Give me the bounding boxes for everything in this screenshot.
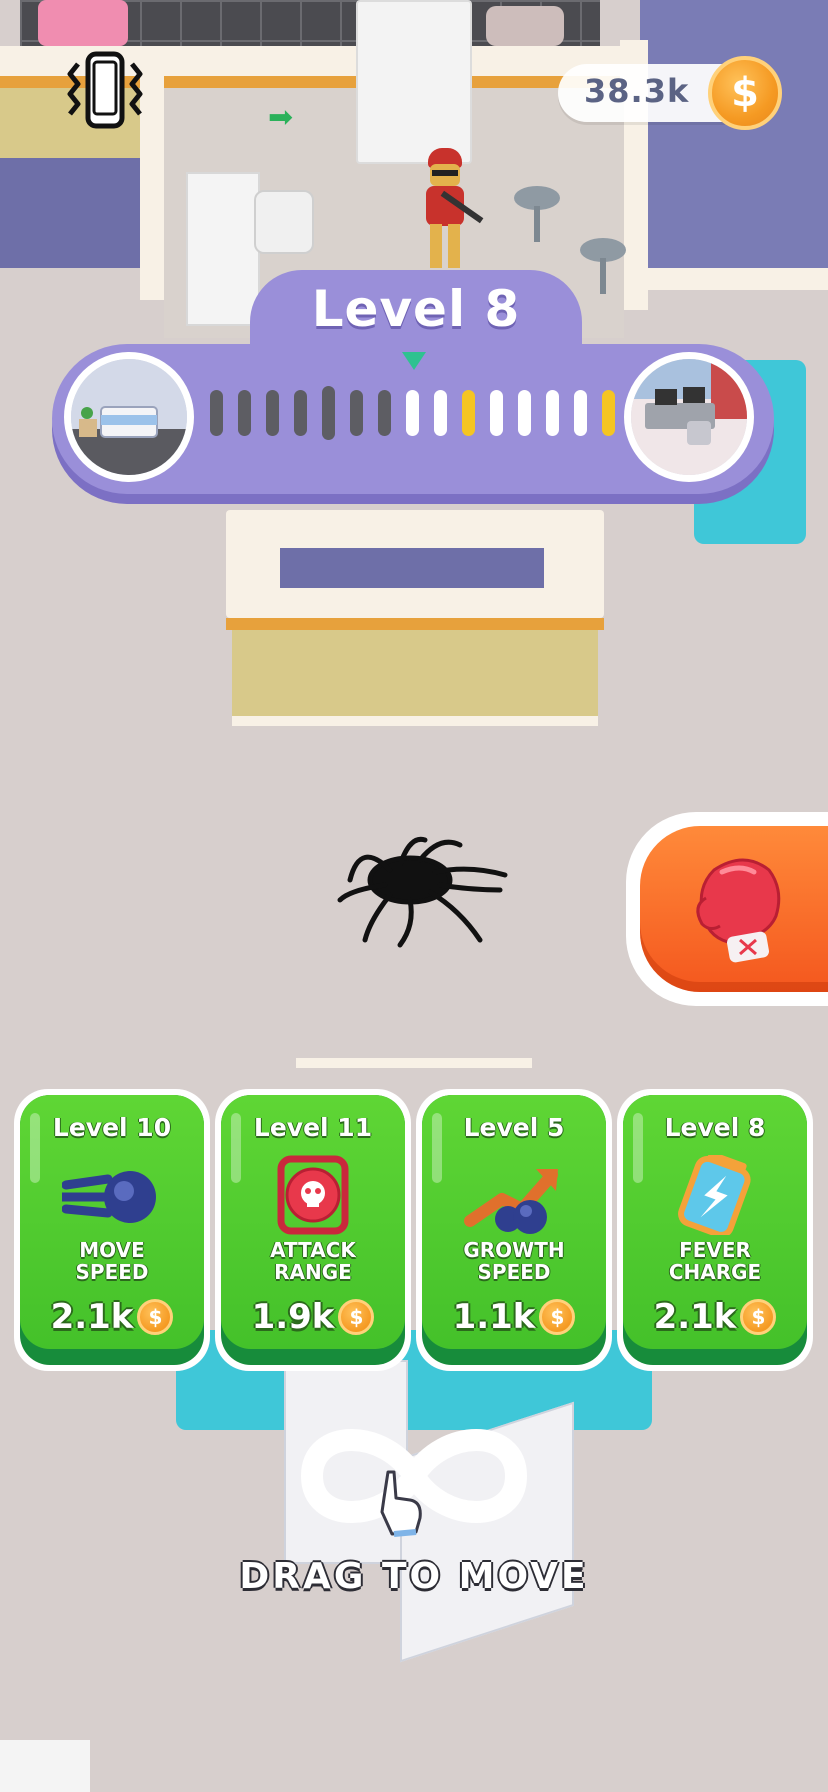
- lower-ledge: [296, 1058, 532, 1068]
- upgrade-name: FEVER CHARGE: [668, 1238, 762, 1284]
- level-stage-done: [238, 390, 251, 436]
- upgrade-level: Level 10: [52, 1113, 172, 1142]
- upgrade-price: 1.9k $: [221, 1295, 405, 1339]
- vibration-toggle-button[interactable]: [60, 50, 150, 130]
- desk: [186, 172, 260, 326]
- mid-window: [280, 548, 544, 588]
- office-chair: [254, 190, 314, 254]
- right-dark-room: [640, 0, 828, 280]
- level-stage-todo: [518, 390, 531, 436]
- stool-1-leg: [534, 206, 540, 242]
- infinity-drag-hand-icon: [301, 1429, 527, 1537]
- price-amount: 2.1k: [653, 1297, 737, 1337]
- stool-2-leg: [600, 258, 606, 294]
- level-stage-milestone: [602, 390, 615, 436]
- coin-amount: 38.3k: [584, 72, 690, 110]
- guard-enemy: [420, 148, 484, 268]
- upgrade-level: Level 8: [664, 1113, 766, 1142]
- price-amount: 1.9k: [251, 1297, 335, 1337]
- speed-blob-icon: [62, 1171, 156, 1223]
- sofa: [486, 6, 564, 46]
- drag-to-move-hint: DRAG TO MOVE: [239, 1556, 589, 1597]
- battery-charge-icon: [678, 1155, 751, 1235]
- level-stage-done: [350, 390, 363, 436]
- level-stage-track: [210, 386, 630, 442]
- level-stage-todo: [434, 390, 447, 436]
- coin-icon: $: [338, 1299, 375, 1335]
- boxing-glove-icon: [696, 858, 781, 963]
- bottom-left-ledge: [0, 1740, 90, 1792]
- growth-arrow-icon: [464, 1169, 558, 1234]
- green-arrow: ➡: [268, 100, 294, 135]
- upgrade-price: 1.1k $: [422, 1295, 606, 1339]
- level-stage-milestone: [462, 390, 475, 436]
- door: [356, 0, 472, 164]
- upgrade-price: 2.1k $: [20, 1295, 204, 1339]
- phone-vibrate-icon: [67, 51, 143, 129]
- coin-icon: $: [539, 1299, 576, 1335]
- upgrade-name: ATTACK RANGE: [270, 1238, 356, 1284]
- upgrade-level: Level 11: [253, 1113, 373, 1142]
- upgrade-card-attack-range[interactable]: Level 11 ATTACK RANGE 1.9k $: [215, 1089, 411, 1371]
- price-amount: 2.1k: [50, 1297, 134, 1337]
- upgrade-name: MOVE SPEED: [75, 1238, 149, 1284]
- level-stage-todo: [546, 390, 559, 436]
- upgrade-card-growth-speed[interactable]: Level 5 GROWTH SPEED 1.1k $: [416, 1089, 612, 1371]
- boost-button[interactable]: [640, 826, 828, 992]
- level-stage-done: [294, 390, 307, 436]
- target-skull-icon: [277, 1155, 349, 1235]
- mid-wall-stripe: [226, 618, 604, 630]
- level-stage-done: [210, 390, 223, 436]
- upgrade-name: GROWTH SPEED: [463, 1238, 565, 1284]
- pink-chair: [38, 0, 128, 46]
- office-room-icon: [624, 352, 754, 482]
- right-wall-2: [640, 268, 828, 290]
- level-stage-todo: [406, 390, 419, 436]
- level-stage-todo: [574, 390, 587, 436]
- left-blue-room: [0, 158, 150, 268]
- upgrade-price: 2.1k $: [623, 1295, 807, 1339]
- level-stage-todo: [490, 390, 503, 436]
- upgrade-card-move-speed[interactable]: Level 10 MOVE SPEED 2.1k $: [14, 1089, 210, 1371]
- progress-marker-icon: [402, 352, 426, 370]
- price-amount: 1.1k: [452, 1297, 536, 1337]
- upgrade-level: Level 5: [463, 1113, 565, 1142]
- level-stage-done: [322, 386, 335, 440]
- coin-icon: $: [708, 56, 782, 130]
- coin-icon: $: [740, 1299, 777, 1335]
- level-title: Level 8: [311, 280, 521, 338]
- level-stage-done: [378, 390, 391, 436]
- player-spider: [337, 836, 508, 948]
- mid-wall-face: [232, 630, 598, 716]
- hospital-room-icon: [64, 352, 194, 482]
- mid-wall-base: [232, 716, 598, 726]
- level-stage-done: [266, 390, 279, 436]
- upgrade-card-fever-charge[interactable]: Level 8 FEVER CHARGE 2.1k $: [617, 1089, 813, 1371]
- coin-icon: $: [137, 1299, 174, 1335]
